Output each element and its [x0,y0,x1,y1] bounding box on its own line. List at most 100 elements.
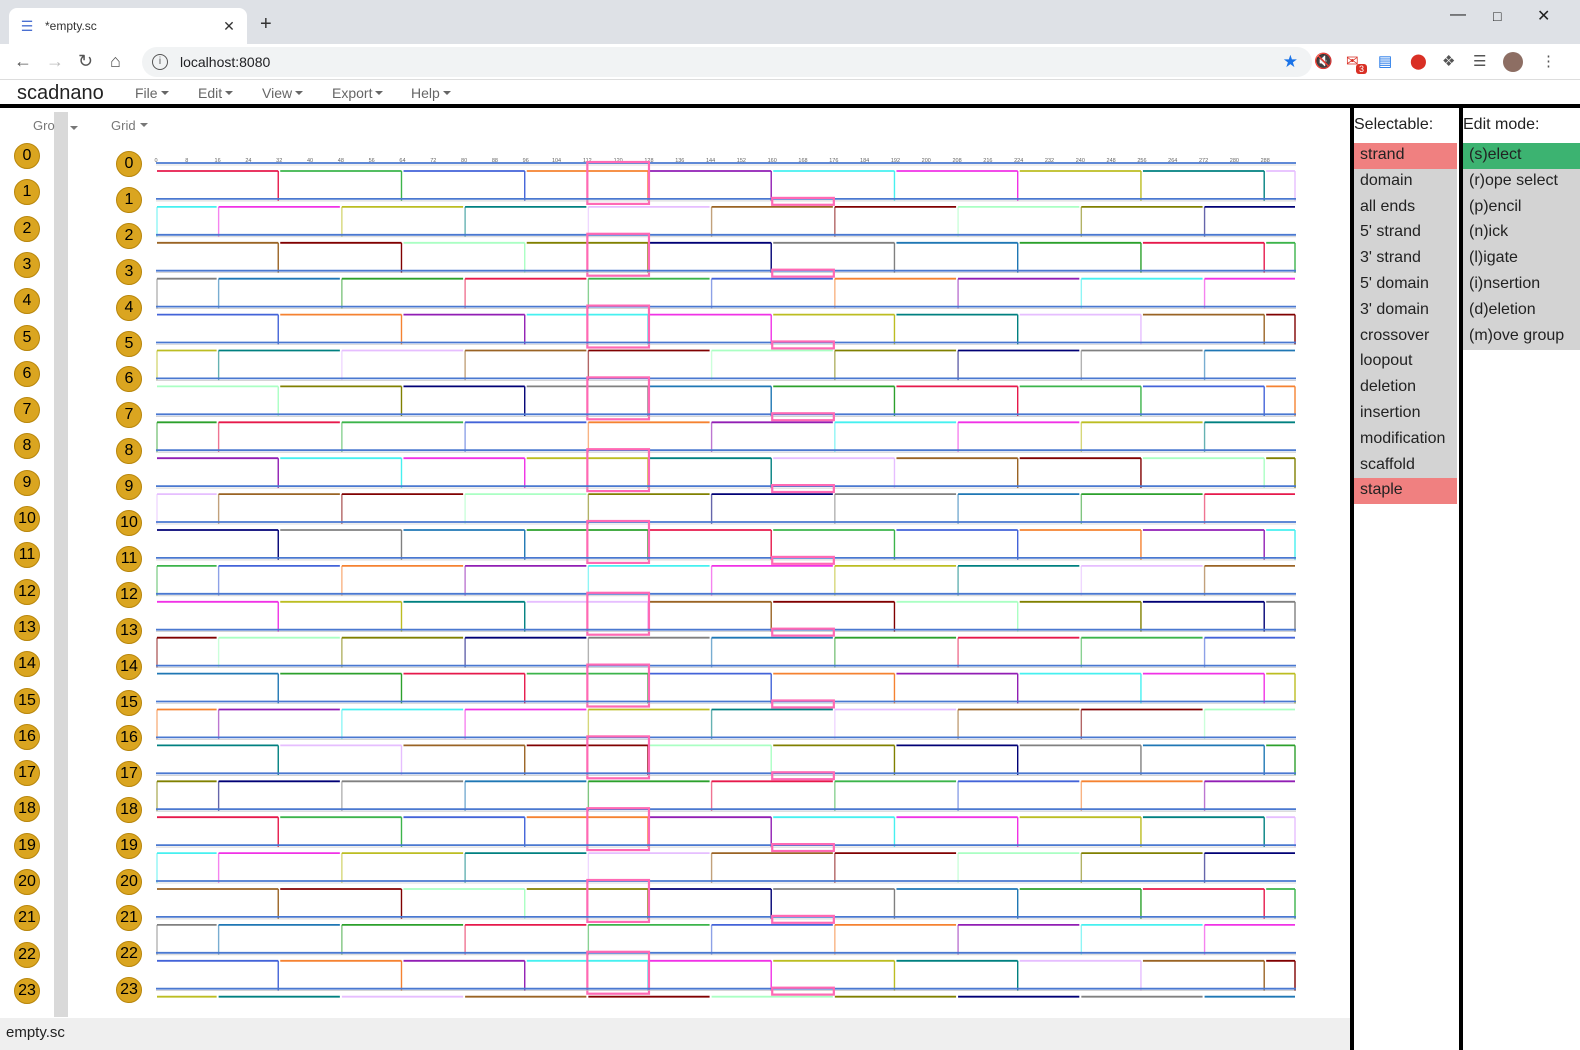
extensions-puzzle-icon[interactable]: ❖ [1442,53,1455,71]
main-helix-label[interactable]: 2 [116,222,142,249]
scaffold-crossover[interactable] [586,304,651,349]
group-dropdown-icon[interactable] [70,118,78,130]
scaffold-crossover[interactable] [771,340,835,350]
main-helix-label[interactable]: 21 [116,904,142,931]
profile-avatar[interactable] [1503,52,1523,72]
selectable-option-scaffold[interactable]: scaffold [1354,452,1457,479]
scaffold-crossover[interactable] [771,268,835,278]
side-helix-circle[interactable]: 6 [14,360,40,387]
edit-mode-option-s-elect[interactable]: (s)elect [1463,143,1580,169]
main-helix-label[interactable]: 18 [116,797,142,824]
side-helix-circle[interactable]: 16 [14,723,40,750]
side-view-divider[interactable] [54,112,68,1017]
side-helix-circle[interactable]: 7 [14,397,40,424]
menu-export[interactable]: Export [332,85,383,101]
main-helix-label[interactable]: 14 [116,653,142,680]
side-helix-circle[interactable]: 22 [14,941,40,968]
selectable-option-staple[interactable]: staple [1354,478,1457,505]
menu-file[interactable]: File [135,85,169,101]
close-window-icon[interactable]: ✕ [1537,6,1550,26]
side-helix-circle[interactable]: 0 [14,143,40,169]
scaffold-crossover[interactable] [771,555,835,565]
side-helix-circle[interactable]: 15 [14,687,40,714]
main-helix-label[interactable]: 8 [116,438,142,465]
selectable-option-crossover[interactable]: crossover [1354,323,1457,350]
main-helix-label[interactable]: 12 [116,581,142,608]
edit-mode-option-d-eletion[interactable]: (d)eletion [1463,297,1580,324]
main-helix-label[interactable]: 5 [116,330,142,357]
opera-extension-icon[interactable]: ⬤ [1410,53,1427,71]
menu-view[interactable]: View [262,85,303,101]
edit-mode-option-p-encil[interactable]: (p)encil [1463,194,1580,221]
main-helix-label[interactable]: 11 [116,545,142,572]
main-helix-label[interactable]: 1 [116,186,142,213]
side-helix-circle[interactable]: 5 [14,324,40,351]
back-icon[interactable]: ← [14,52,32,70]
side-helix-circle[interactable]: 1 [14,179,40,206]
edit-mode-option-i-nsertion[interactable]: (i)nsertion [1463,272,1580,298]
main-helix-label[interactable]: 6 [116,366,142,393]
selectable-option-insertion[interactable]: insertion [1354,401,1457,427]
side-helix-circle[interactable]: 12 [14,578,40,605]
side-helix-circle[interactable]: 21 [14,905,40,932]
scaffold-crossover[interactable] [586,807,651,852]
menu-help[interactable]: Help [411,85,451,101]
side-helix-circle[interactable]: 3 [14,251,40,278]
forward-icon[interactable]: → [46,52,64,70]
side-helix-circle[interactable]: 20 [14,869,40,895]
main-helix-label[interactable]: 10 [116,510,142,536]
scaffold-crossover[interactable] [771,771,835,781]
main-helix-label[interactable]: 19 [116,833,142,860]
scaffold-crossover[interactable] [586,735,651,780]
main-helix-label[interactable]: 9 [116,474,142,501]
scaffold-crossover[interactable] [586,519,651,565]
scaffold-crossover[interactable] [586,448,651,493]
selectable-option-3-domain[interactable]: 3' domain [1354,297,1457,324]
scaffold-crossover[interactable] [771,986,835,996]
home-icon[interactable]: ⌂ [110,52,121,70]
side-helix-circle[interactable]: 17 [14,760,40,787]
main-helix-label[interactable]: 13 [116,617,142,644]
main-helix-label[interactable]: 0 [116,151,142,177]
edit-mode-option-m-ove-group[interactable]: (m)ove group [1463,323,1580,350]
scaffold-crossover[interactable] [586,950,651,995]
selectable-option-deletion[interactable]: deletion [1354,375,1457,402]
site-info-icon[interactable]: i [152,54,168,70]
scaffold-crossover[interactable] [586,232,651,277]
edit-mode-option-n-ick[interactable]: (n)ick [1463,220,1580,247]
edit-mode-option-l-igate[interactable]: (l)igate [1463,246,1580,273]
selectable-option-loopout[interactable]: loopout [1354,349,1457,376]
dna-design-canvas[interactable]: 0 8 16 24 32 40 48 56 64 72 80 88 96 104 112 120 128 136 1… [148,154,1298,1004]
side-helix-circle[interactable]: 14 [14,651,40,678]
side-helix-circle[interactable]: 8 [14,433,40,460]
side-helix-circle[interactable]: 19 [14,832,40,859]
main-helix-label[interactable]: 20 [116,869,142,895]
selectable-option-3-strand[interactable]: 3' strand [1354,246,1457,273]
minimize-icon[interactable]: — [1450,6,1466,24]
grid-dropdown[interactable]: Grid [111,118,148,133]
selectable-option-strand[interactable]: strand [1354,143,1457,169]
side-helix-circle[interactable]: 23 [14,977,40,1004]
edit-mode-option-r-ope-select[interactable]: (r)ope select [1463,168,1580,195]
selectable-option-domain[interactable]: domain [1354,168,1457,195]
chat-extension-icon[interactable]: ▤ [1378,53,1392,71]
side-helix-circle[interactable]: 10 [14,506,40,532]
main-helix-label[interactable]: 4 [116,294,142,321]
selectable-option-modification[interactable]: modification [1354,426,1457,453]
selectable-option-all-ends[interactable]: all ends [1354,194,1457,221]
scaffold-crossover[interactable] [771,412,835,422]
side-helix-circle[interactable]: 2 [14,215,40,242]
main-helix-label[interactable]: 23 [116,976,142,1003]
scaffold-crossover[interactable] [586,160,651,206]
scaffold-crossover[interactable] [771,196,835,206]
new-tab-icon[interactable]: + [260,14,272,34]
chrome-menu-icon[interactable]: ⋮ [1541,53,1556,71]
bookmark-star-icon[interactable]: ★ [1283,52,1298,72]
scaffold-crossover[interactable] [586,376,651,421]
close-tab-icon[interactable]: ✕ [221,18,237,35]
scaffold-crossover[interactable] [771,842,835,853]
scaffold-crossover[interactable] [771,914,835,924]
side-helix-circle[interactable]: 4 [14,288,40,315]
reading-list-icon[interactable]: ☰ [1473,53,1486,71]
scaffold-crossover[interactable] [586,663,651,708]
